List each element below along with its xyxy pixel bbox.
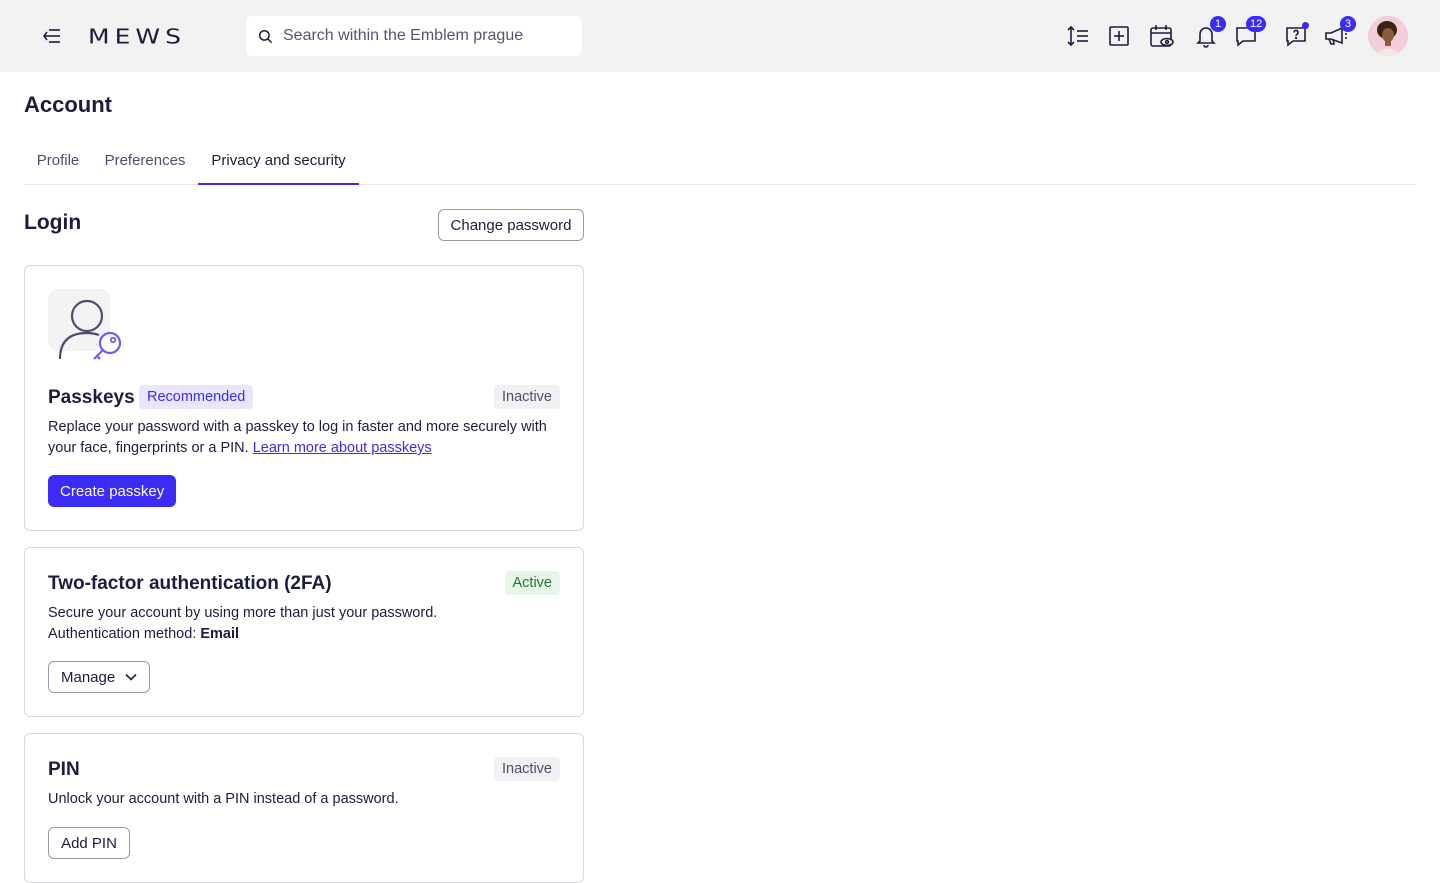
two-factor-method-value: Email	[200, 626, 240, 642]
pin-description: Unlock your account with a PIN instead o…	[48, 791, 399, 807]
passkey-illustration-icon	[48, 289, 126, 363]
search-bar[interactable]	[246, 16, 582, 56]
tab-profile[interactable]: Profile	[24, 140, 92, 185]
add-icon[interactable]	[1103, 20, 1135, 52]
passkeys-card: Passkeys Recommended Inactive Replace yo…	[24, 265, 584, 531]
create-passkey-button[interactable]: Create passkey	[48, 475, 177, 507]
manage-2fa-label: Manage	[61, 668, 116, 686]
notifications-icon[interactable]: 1	[1190, 16, 1226, 52]
two-factor-title: Two-factor authentication (2FA)	[48, 573, 332, 594]
two-factor-method: Authentication method: Email	[48, 624, 548, 645]
pin-card: PIN Inactive Unlock your account with a …	[24, 733, 584, 883]
help-dot	[1302, 22, 1309, 29]
pin-title: PIN	[48, 759, 80, 780]
sort-icon[interactable]	[1062, 20, 1094, 52]
announcements-icon[interactable]: 3	[1320, 16, 1356, 52]
top-bar: MEWS 1 12	[0, 0, 1440, 72]
messages-badge: 12	[1246, 16, 1267, 32]
page-title: Account	[24, 92, 112, 117]
notifications-badge: 1	[1210, 16, 1226, 32]
menu-collapse-icon[interactable]	[40, 24, 64, 48]
tab-privacy-and-security[interactable]: Privacy and security	[198, 140, 359, 185]
announcements-badge: 3	[1340, 16, 1356, 32]
manage-2fa-dropdown[interactable]: Manage	[48, 661, 150, 693]
messages-icon[interactable]: 12	[1230, 16, 1267, 52]
pin-status-badge: Inactive	[494, 757, 560, 781]
learn-more-passkeys-link[interactable]: Learn more about passkeys	[253, 440, 432, 456]
passkeys-title: Passkeys	[48, 387, 135, 408]
tab-preferences[interactable]: Preferences	[92, 140, 198, 185]
add-pin-button[interactable]: Add PIN	[48, 827, 130, 859]
user-avatar[interactable]	[1368, 16, 1408, 56]
calendar-view-icon[interactable]	[1146, 20, 1178, 52]
change-password-button[interactable]: Change password	[438, 209, 584, 241]
recommended-tag: Recommended	[139, 385, 254, 409]
two-factor-method-label: Authentication method:	[48, 626, 197, 642]
chevron-down-icon	[125, 673, 137, 681]
search-input[interactable]	[283, 27, 573, 45]
passkeys-status-badge: Inactive	[494, 385, 560, 409]
search-icon	[258, 28, 274, 44]
account-tabs: Profile Preferences Privacy and security	[24, 140, 1416, 185]
mews-logo[interactable]: MEWS	[88, 21, 186, 51]
two-factor-description: Secure your account by using more than j…	[48, 605, 438, 621]
help-icon[interactable]	[1280, 20, 1312, 52]
two-factor-status-badge: Active	[504, 571, 560, 595]
two-factor-card: Two-factor authentication (2FA) Active S…	[24, 547, 584, 717]
login-section-title: Login	[24, 211, 82, 234]
passkeys-description: Replace your password with a passkey to …	[48, 417, 548, 459]
